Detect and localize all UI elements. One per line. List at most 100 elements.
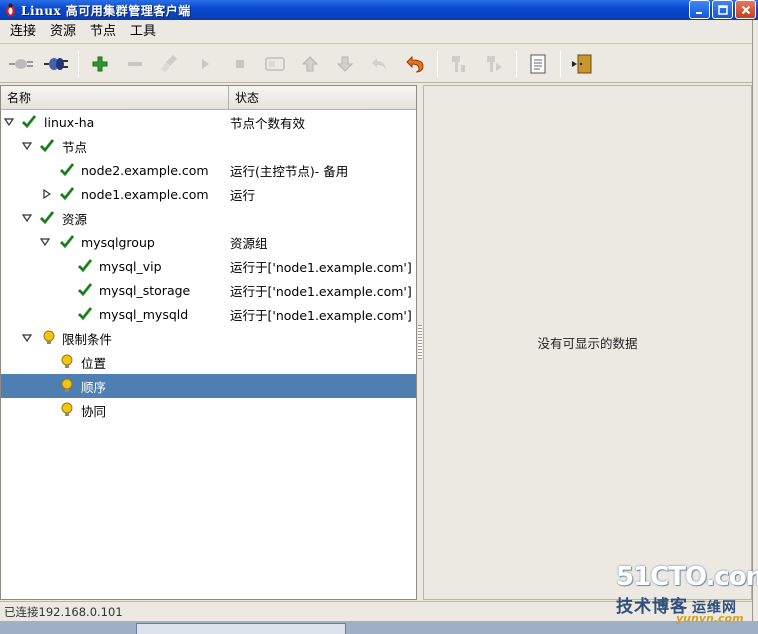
tree-row-order[interactable]: 顺序 bbox=[1, 374, 416, 398]
close-button[interactable] bbox=[735, 0, 756, 19]
check-icon bbox=[39, 138, 55, 154]
lightbulb-icon bbox=[41, 330, 57, 346]
expanded-arrow-icon[interactable] bbox=[21, 332, 33, 344]
window-right-border bbox=[752, 20, 758, 634]
check-icon bbox=[59, 162, 75, 178]
tree-row-node2[interactable]: node2.example.com 运行(主控节点)- 备用 bbox=[1, 158, 416, 182]
menu-resources[interactable]: 资源 bbox=[43, 20, 83, 44]
tree-row-cluster[interactable]: linux-ha 节点个数有效 bbox=[1, 110, 416, 134]
app-logo-icon bbox=[3, 3, 17, 17]
tree-column-header: 名称 状态 bbox=[1, 86, 416, 110]
plug-disconnect-icon bbox=[44, 57, 68, 70]
start-button[interactable] bbox=[190, 49, 220, 79]
tree-node-label: 限制条件 bbox=[62, 331, 113, 347]
minimize-button[interactable] bbox=[689, 0, 710, 19]
watermark: 51CTO.com 技术博客 运维网 yunvn.com bbox=[614, 562, 758, 632]
minimize-icon bbox=[695, 11, 702, 14]
disconnect-button[interactable] bbox=[41, 49, 71, 79]
watermark-url: yunvn.com bbox=[676, 612, 744, 625]
menu-tools[interactable]: 工具 bbox=[123, 20, 163, 44]
tree-node-state: 运行(主控节点)- 备用 bbox=[230, 163, 349, 179]
move-up-button[interactable] bbox=[295, 49, 325, 79]
tree-node-label: 资源 bbox=[62, 211, 88, 227]
toolbar-separator bbox=[560, 50, 561, 77]
connect-button[interactable] bbox=[6, 49, 36, 79]
cleanup-button[interactable] bbox=[155, 49, 185, 79]
watermark-brand: 51CTO.com bbox=[616, 562, 758, 592]
expanded-arrow-icon[interactable] bbox=[39, 236, 51, 248]
detail-panel: 没有可显示的数据 bbox=[423, 85, 752, 600]
check-icon bbox=[59, 186, 75, 202]
active-button[interactable] bbox=[479, 49, 509, 79]
splitter-grip-icon[interactable] bbox=[418, 325, 422, 359]
collapsed-arrow-icon[interactable] bbox=[41, 188, 53, 200]
lightbulb-icon bbox=[59, 354, 75, 370]
add-button[interactable] bbox=[85, 49, 115, 79]
check-icon bbox=[77, 282, 93, 298]
maximize-button[interactable] bbox=[712, 0, 733, 19]
tree-row-mysqlgroup[interactable]: mysqlgroup 资源组 bbox=[1, 230, 416, 254]
node-standby-icon bbox=[452, 55, 465, 72]
stop-button[interactable] bbox=[225, 49, 255, 79]
menu-bar: 连接 资源 节点 工具 bbox=[0, 20, 752, 44]
move-down-button[interactable] bbox=[330, 49, 360, 79]
plug-connect-icon bbox=[9, 58, 33, 69]
tree-node-state: 运行于['node1.example.com'] bbox=[230, 259, 412, 275]
expanded-arrow-icon[interactable] bbox=[21, 212, 33, 224]
tree-row-location[interactable]: 位置 bbox=[1, 350, 416, 374]
standby-button[interactable] bbox=[444, 49, 474, 79]
title-bar[interactable]: Linux 高可用集群管理客户端 bbox=[0, 0, 758, 20]
tree-node-state: 运行 bbox=[230, 187, 256, 203]
tree-node-label: node1.example.com bbox=[81, 186, 209, 202]
exit-button[interactable] bbox=[567, 49, 597, 79]
tree-row-node1[interactable]: node1.example.com 运行 bbox=[1, 182, 416, 206]
play-icon bbox=[202, 58, 209, 69]
cluster-tree-panel[interactable]: 名称 状态 linux-ha 节点个数有效 节点 node2.example.c… bbox=[0, 85, 417, 600]
tree-row-mysql-storage[interactable]: mysql_storage 运行于['node1.example.com'] bbox=[1, 278, 416, 302]
tree-node-label: 节点 bbox=[62, 139, 88, 155]
column-header-state[interactable]: 状态 bbox=[229, 86, 416, 109]
toolbar-separator bbox=[437, 50, 438, 77]
toolbar-separator bbox=[78, 50, 79, 77]
expanded-arrow-icon[interactable] bbox=[3, 116, 15, 128]
migrate-button[interactable] bbox=[260, 49, 290, 79]
column-header-name[interactable]: 名称 bbox=[1, 86, 229, 109]
document-icon bbox=[530, 54, 546, 73]
exit-door-icon bbox=[572, 54, 592, 73]
check-icon bbox=[21, 114, 37, 130]
remove-button[interactable] bbox=[120, 49, 150, 79]
toolbar bbox=[0, 45, 752, 83]
menu-nodes[interactable]: 节点 bbox=[83, 20, 123, 44]
tree-node-label: 协同 bbox=[81, 403, 107, 419]
lightbulb-icon bbox=[59, 402, 75, 418]
window-title: Linux 高可用集群管理客户端 bbox=[21, 3, 191, 18]
close-icon bbox=[741, 5, 750, 14]
arrow-down-icon bbox=[336, 56, 354, 72]
toolbar-separator bbox=[516, 50, 517, 77]
tree-row-mysql-mysqld[interactable]: mysql_mysqld 运行于['node1.example.com'] bbox=[1, 302, 416, 326]
undo-icon bbox=[372, 57, 386, 71]
log-button[interactable] bbox=[523, 49, 553, 79]
taskbar-window-tab[interactable] bbox=[136, 623, 346, 634]
node-active-icon bbox=[487, 55, 502, 72]
stop-icon bbox=[236, 59, 244, 68]
tree-row-resources[interactable]: 资源 bbox=[1, 206, 416, 230]
migrate-icon bbox=[265, 56, 285, 71]
check-icon bbox=[59, 234, 75, 250]
tree-node-label: node2.example.com bbox=[81, 162, 209, 178]
undo-button[interactable] bbox=[365, 49, 395, 79]
tree-node-state: 运行于['node1.example.com'] bbox=[230, 283, 412, 299]
tree-row-colocation[interactable]: 协同 bbox=[1, 398, 416, 422]
tree-node-state: 节点个数有效 bbox=[230, 115, 306, 131]
tree-row-constraints[interactable]: 限制条件 bbox=[1, 326, 416, 350]
refresh-button[interactable] bbox=[400, 49, 430, 79]
arrow-up-icon bbox=[301, 55, 319, 71]
expanded-arrow-icon[interactable] bbox=[21, 140, 33, 152]
tree-node-state: 运行于['node1.example.com'] bbox=[230, 307, 412, 323]
tree-row-mysql-vip[interactable]: mysql_vip 运行于['node1.example.com'] bbox=[1, 254, 416, 278]
menu-connect[interactable]: 连接 bbox=[0, 20, 43, 44]
tree-node-label: mysql_storage bbox=[99, 282, 191, 298]
tree-row-nodes[interactable]: 节点 bbox=[1, 134, 416, 158]
tree-node-state: 资源组 bbox=[230, 235, 268, 251]
tree-node-label: mysql_vip bbox=[99, 258, 162, 274]
